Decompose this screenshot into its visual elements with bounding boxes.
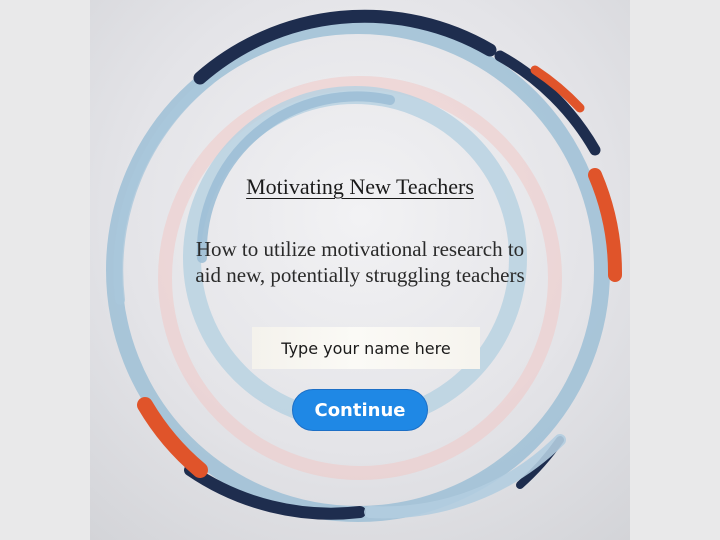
page-title: Motivating New Teachers xyxy=(246,174,474,199)
continue-button[interactable]: Continue xyxy=(292,389,428,431)
name-input[interactable] xyxy=(252,327,480,369)
subtitle: How to utilize motivational research to … xyxy=(195,237,525,287)
title-slide: Motivating New Teachers How to utilize m… xyxy=(90,0,630,540)
